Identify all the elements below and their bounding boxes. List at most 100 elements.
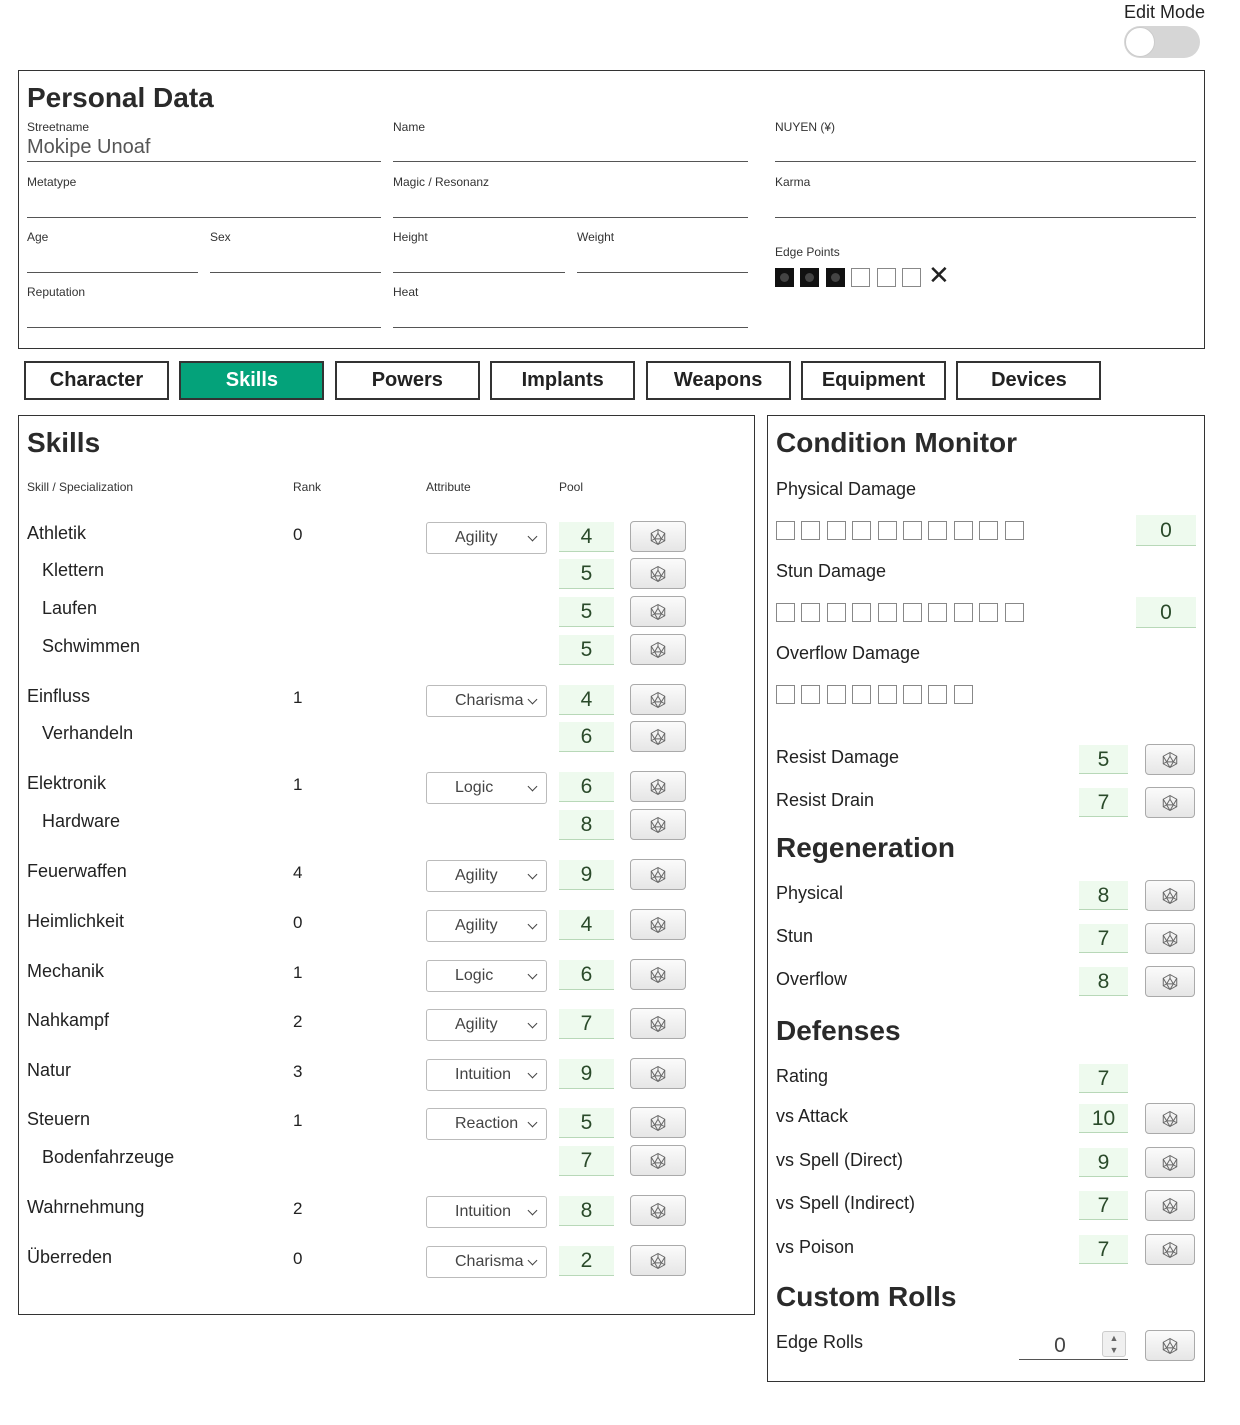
roll-button[interactable] bbox=[630, 959, 686, 990]
roll-button[interactable] bbox=[630, 771, 686, 802]
damage-box[interactable] bbox=[877, 685, 897, 704]
edge-point-box[interactable] bbox=[825, 268, 845, 287]
attribute-value[interactable]: Charisma bbox=[455, 692, 523, 709]
damage-box[interactable] bbox=[903, 685, 922, 704]
attribute-select[interactable]: Logic bbox=[426, 960, 547, 992]
edge-rolls-value[interactable]: 0 bbox=[1019, 1334, 1101, 1358]
damage-box[interactable] bbox=[1004, 603, 1024, 622]
tab-weapons[interactable]: Weapons bbox=[645, 361, 791, 400]
damage-box[interactable] bbox=[852, 603, 872, 622]
damage-box[interactable] bbox=[979, 603, 999, 622]
roll-button[interactable] bbox=[630, 1008, 686, 1039]
streetname-value[interactable]: Mokipe Unoaf bbox=[27, 136, 150, 159]
damage-box[interactable] bbox=[801, 603, 821, 622]
roll-button[interactable] bbox=[1145, 787, 1195, 818]
edge-rolls-input[interactable]: 0 ▲ ▼ bbox=[1019, 1330, 1128, 1360]
chevron-down-icon[interactable] bbox=[527, 1255, 538, 1266]
damage-box[interactable] bbox=[877, 603, 897, 622]
damage-box[interactable] bbox=[903, 603, 922, 622]
tab-powers[interactable]: Powers bbox=[334, 361, 480, 400]
roll-button[interactable] bbox=[1145, 1234, 1195, 1265]
damage-box[interactable] bbox=[826, 603, 846, 622]
chevron-down-icon[interactable] bbox=[527, 694, 538, 705]
chevron-down-icon[interactable] bbox=[527, 1205, 538, 1216]
roll-button[interactable] bbox=[1145, 1190, 1195, 1221]
chevron-down-icon[interactable] bbox=[527, 531, 538, 542]
roll-button[interactable] bbox=[630, 809, 686, 840]
tab-equipment[interactable]: Equipment bbox=[801, 361, 946, 400]
weight-field[interactable]: Weight bbox=[577, 230, 748, 273]
attribute-select[interactable]: Charisma bbox=[426, 685, 547, 717]
damage-box[interactable] bbox=[877, 521, 897, 540]
roll-button[interactable] bbox=[630, 909, 686, 940]
roll-button[interactable] bbox=[630, 1245, 686, 1276]
tab-skills[interactable]: Skills bbox=[179, 361, 325, 400]
chevron-down-icon[interactable] bbox=[527, 969, 538, 980]
attribute-select[interactable]: Agility bbox=[426, 522, 547, 554]
age-field[interactable]: Age bbox=[27, 230, 198, 273]
damage-box[interactable] bbox=[953, 685, 973, 704]
damage-box[interactable] bbox=[852, 521, 872, 540]
toggle-knob[interactable] bbox=[1125, 27, 1155, 57]
attribute-value[interactable]: Logic bbox=[455, 967, 493, 984]
attribute-value[interactable]: Agility bbox=[455, 867, 498, 884]
nuyen-field[interactable]: NUYEN (¥) bbox=[775, 120, 1196, 162]
attribute-select[interactable]: Agility bbox=[426, 860, 547, 892]
roll-button[interactable] bbox=[630, 859, 686, 890]
tab-implants[interactable]: Implants bbox=[490, 361, 636, 400]
magic-field[interactable]: Magic / Resonanz bbox=[393, 175, 748, 218]
damage-box[interactable] bbox=[801, 685, 821, 704]
attribute-select[interactable]: Reaction bbox=[426, 1108, 547, 1140]
damage-box[interactable] bbox=[953, 521, 973, 540]
roll-button[interactable] bbox=[630, 721, 686, 752]
roll-button[interactable] bbox=[630, 634, 686, 665]
attribute-value[interactable]: Charisma bbox=[455, 1253, 523, 1270]
name-field[interactable]: Name bbox=[393, 120, 748, 162]
attribute-value[interactable]: Agility bbox=[455, 529, 498, 546]
edge-point-box[interactable] bbox=[851, 268, 871, 287]
chevron-down-icon[interactable] bbox=[527, 869, 538, 880]
attribute-value[interactable]: Intuition bbox=[455, 1066, 511, 1083]
damage-box[interactable] bbox=[852, 685, 872, 704]
roll-button[interactable] bbox=[1145, 744, 1195, 775]
damage-box[interactable] bbox=[928, 685, 948, 704]
damage-box[interactable] bbox=[776, 685, 795, 704]
attribute-select[interactable]: Logic bbox=[426, 772, 547, 804]
edit-mode-toggle[interactable] bbox=[1124, 26, 1200, 58]
tab-character[interactable]: Character bbox=[24, 361, 169, 400]
roll-button[interactable] bbox=[1145, 923, 1195, 954]
roll-button[interactable] bbox=[1145, 880, 1195, 911]
roll-button[interactable] bbox=[1145, 1103, 1195, 1134]
roll-button[interactable] bbox=[630, 596, 686, 627]
heat-field[interactable]: Heat bbox=[393, 285, 748, 328]
roll-button[interactable] bbox=[630, 684, 686, 715]
attribute-select[interactable]: Charisma bbox=[426, 1246, 547, 1278]
chevron-down-icon[interactable] bbox=[527, 781, 538, 792]
height-field[interactable]: Height bbox=[393, 230, 565, 273]
attribute-select[interactable]: Agility bbox=[426, 910, 547, 942]
attribute-value[interactable]: Reaction bbox=[455, 1115, 518, 1132]
roll-button[interactable] bbox=[630, 1058, 686, 1089]
roll-button[interactable] bbox=[630, 521, 686, 552]
roll-button[interactable] bbox=[1145, 966, 1195, 997]
edge-point-box[interactable] bbox=[902, 268, 921, 287]
attribute-value[interactable]: Intuition bbox=[455, 1203, 511, 1220]
roll-button[interactable] bbox=[630, 1145, 686, 1176]
damage-box[interactable] bbox=[979, 521, 999, 540]
roll-button[interactable] bbox=[630, 558, 686, 589]
damage-box[interactable] bbox=[801, 521, 821, 540]
damage-box[interactable] bbox=[776, 603, 795, 622]
damage-box[interactable] bbox=[928, 603, 948, 622]
damage-box[interactable] bbox=[776, 521, 795, 540]
chevron-down-icon[interactable] bbox=[527, 1117, 538, 1128]
edge-point-box[interactable] bbox=[876, 268, 896, 287]
chevron-down-icon[interactable] bbox=[527, 1068, 538, 1079]
attribute-select[interactable]: Intuition bbox=[426, 1059, 547, 1091]
metatype-field[interactable]: Metatype bbox=[27, 175, 381, 218]
chevron-down-icon[interactable] bbox=[527, 1018, 538, 1029]
edge-clear-icon[interactable]: ✕ bbox=[928, 262, 950, 288]
karma-field[interactable]: Karma bbox=[775, 175, 1196, 218]
attribute-value[interactable]: Agility bbox=[455, 917, 498, 934]
reputation-field[interactable]: Reputation bbox=[27, 285, 381, 328]
edge-point-box[interactable] bbox=[800, 268, 820, 287]
